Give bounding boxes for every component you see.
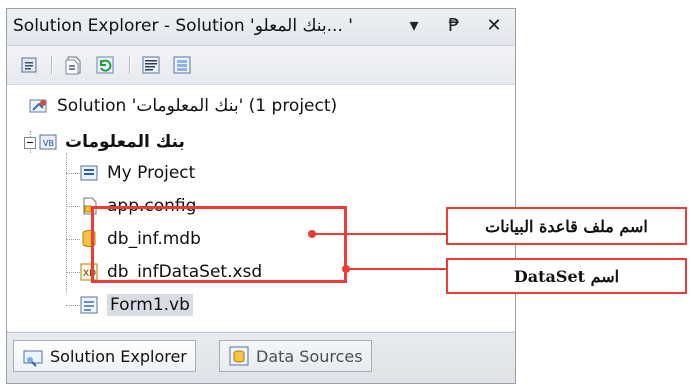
dataset-callout-line	[348, 268, 446, 270]
bottom-tabs: Solution Explorer Data Sources	[7, 332, 515, 383]
db-name-callout: اسم ملف قاعدة البيانات	[446, 207, 687, 245]
project-node[interactable]: VB بنك المعلومات	[37, 131, 185, 153]
form-icon	[79, 295, 99, 315]
vb-project-icon: VB	[37, 132, 57, 152]
db-name-callout-text: اسم ملف قاعدة البيانات	[485, 216, 648, 236]
tab-solution-explorer[interactable]: Solution Explorer	[13, 340, 196, 372]
pin-button[interactable]: ₱	[443, 15, 465, 36]
tab-label: Data Sources	[256, 346, 363, 366]
properties-button[interactable]	[17, 53, 41, 77]
close-button[interactable]: ✕	[483, 15, 505, 36]
db-files-highlight	[91, 206, 347, 283]
refresh-button[interactable]	[93, 53, 117, 77]
view-designer-button[interactable]	[170, 53, 194, 77]
show-all-files-icon	[62, 54, 84, 76]
title-controls: ▾ ₱ ✕	[403, 15, 505, 36]
solution-explorer-toolbar	[7, 46, 515, 85]
db-callout-line	[314, 233, 446, 235]
tree-item-label: Form1.vb	[107, 294, 193, 316]
project-label: بنك المعلومات	[65, 132, 185, 152]
tree-item-form1[interactable]: Form1.vb	[79, 294, 193, 316]
tab-data-sources[interactable]: Data Sources	[219, 340, 372, 372]
tree-item-label: My Project	[107, 163, 196, 183]
view-code-icon	[140, 54, 162, 76]
collapse-toggle[interactable]	[24, 137, 36, 149]
svg-text:VB: VB	[43, 139, 54, 148]
view-code-button[interactable]	[139, 53, 163, 77]
refresh-icon	[94, 54, 116, 76]
properties-icon	[18, 54, 40, 76]
solution-node[interactable]: Solution 'بنك المعلومات' (1 project)	[29, 95, 337, 117]
solution-explorer-window: Solution Explorer - Solution 'بنك المعلو…	[6, 8, 516, 384]
title-bar: Solution Explorer - Solution 'بنك المعلو…	[7, 9, 515, 46]
tree-item-my-project[interactable]: My Project	[79, 162, 195, 184]
dropdown-button[interactable]: ▾	[403, 15, 425, 36]
show-all-files-button[interactable]	[61, 53, 85, 77]
window-title: Solution Explorer - Solution 'بنك المعلو…	[13, 16, 353, 36]
view-designer-icon	[171, 54, 193, 76]
tab-label: Solution Explorer	[50, 346, 187, 366]
dataset-name-callout-text: اسم DataSet	[513, 266, 620, 286]
dataset-name-callout: اسم DataSet	[446, 258, 687, 294]
my-project-icon	[79, 163, 99, 183]
data-sources-icon	[228, 345, 250, 367]
solution-explorer-icon	[22, 345, 44, 367]
solution-label: Solution 'بنك المعلومات' (1 project)	[57, 96, 338, 116]
solution-icon	[29, 96, 49, 116]
